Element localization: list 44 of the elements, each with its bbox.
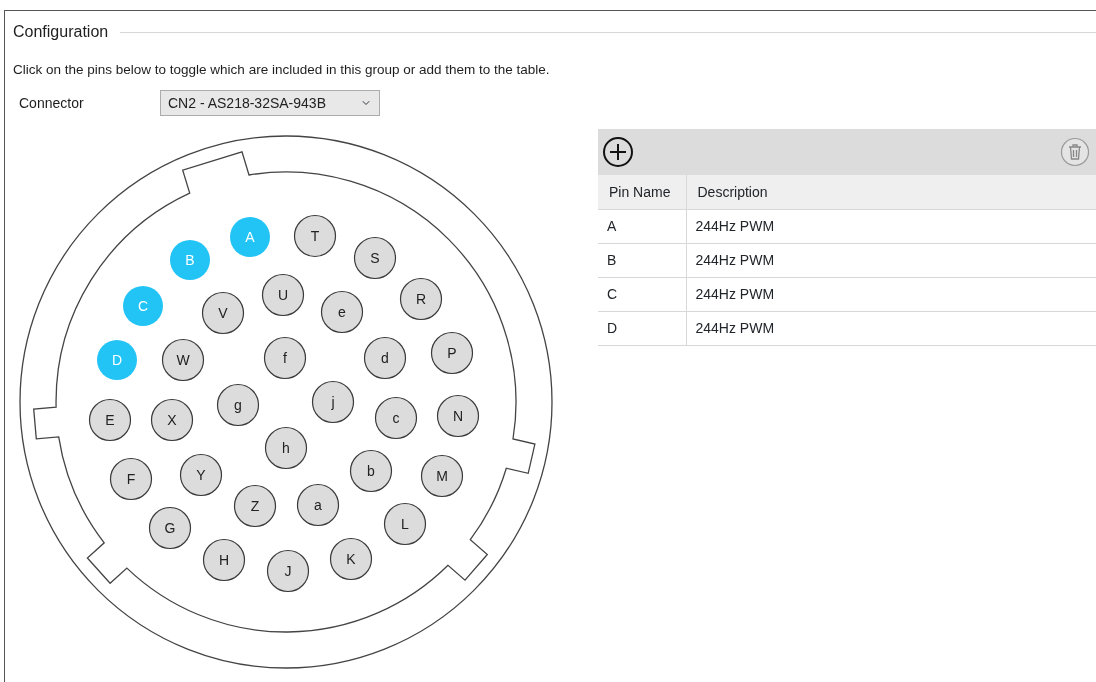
instruction-text: Click on the pins below to toggle which are included in this group or add them to the table. (12, 61, 551, 79)
connector-pin[interactable]: Y (179, 454, 223, 497)
connector-pin[interactable]: M (420, 455, 464, 498)
connector-pin[interactable]: L (383, 503, 427, 546)
connector-pin[interactable]: R (399, 278, 443, 321)
table-cell: 244Hz PWM (686, 277, 1096, 312)
table-cell: C (598, 277, 686, 312)
connector-pin[interactable]: E (88, 399, 132, 442)
connector-pin[interactable]: d (363, 337, 407, 380)
column-header: Pin Name (598, 175, 686, 210)
connector-pin[interactable]: g (216, 384, 260, 427)
connector-pin[interactable]: a (296, 484, 340, 527)
table-cell: B (598, 243, 686, 278)
connector-pin[interactable]: e (320, 291, 364, 334)
connector-pin[interactable]: c (374, 397, 418, 440)
table-cell: 244Hz PWM (686, 311, 1096, 346)
section-title: Configuration (13, 22, 109, 42)
connector-pin[interactable]: b (349, 450, 393, 493)
connector-pin[interactable]: G (148, 507, 192, 550)
connector-pin[interactable]: H (202, 539, 246, 582)
connector-pin[interactable]: N (436, 395, 480, 438)
connector-pin[interactable]: U (261, 274, 305, 317)
connector-pin[interactable]: K (329, 538, 373, 581)
connector-pin[interactable]: T (293, 215, 337, 258)
connector-pin[interactable]: S (353, 237, 397, 280)
connector-pin[interactable]: P (430, 332, 474, 375)
trash-icon[interactable] (1060, 137, 1090, 168)
add-icon[interactable] (602, 136, 634, 169)
connector-pin[interactable]: h (264, 427, 308, 470)
connector-pin[interactable]: j (311, 381, 355, 424)
table-cell: D (598, 311, 686, 346)
connector-pin[interactable]: X (150, 399, 194, 442)
table-cell: A (598, 209, 686, 244)
table-cell: 244Hz PWM (686, 243, 1096, 278)
column-header: Description (686, 175, 1096, 210)
connector-select[interactable]: CN2 - AS218-32SA-943B (160, 90, 380, 117)
connector-pin[interactable]: f (263, 337, 307, 380)
connector-label: Connector (19, 93, 85, 113)
connector-pin[interactable]: J (266, 550, 310, 593)
table-cell: 244Hz PWM (686, 209, 1096, 244)
connector-pin[interactable]: F (109, 458, 153, 501)
connector-pin[interactable]: W (161, 339, 205, 382)
connector-pin[interactable]: Z (233, 485, 277, 528)
connector-pin[interactable]: V (201, 292, 245, 335)
